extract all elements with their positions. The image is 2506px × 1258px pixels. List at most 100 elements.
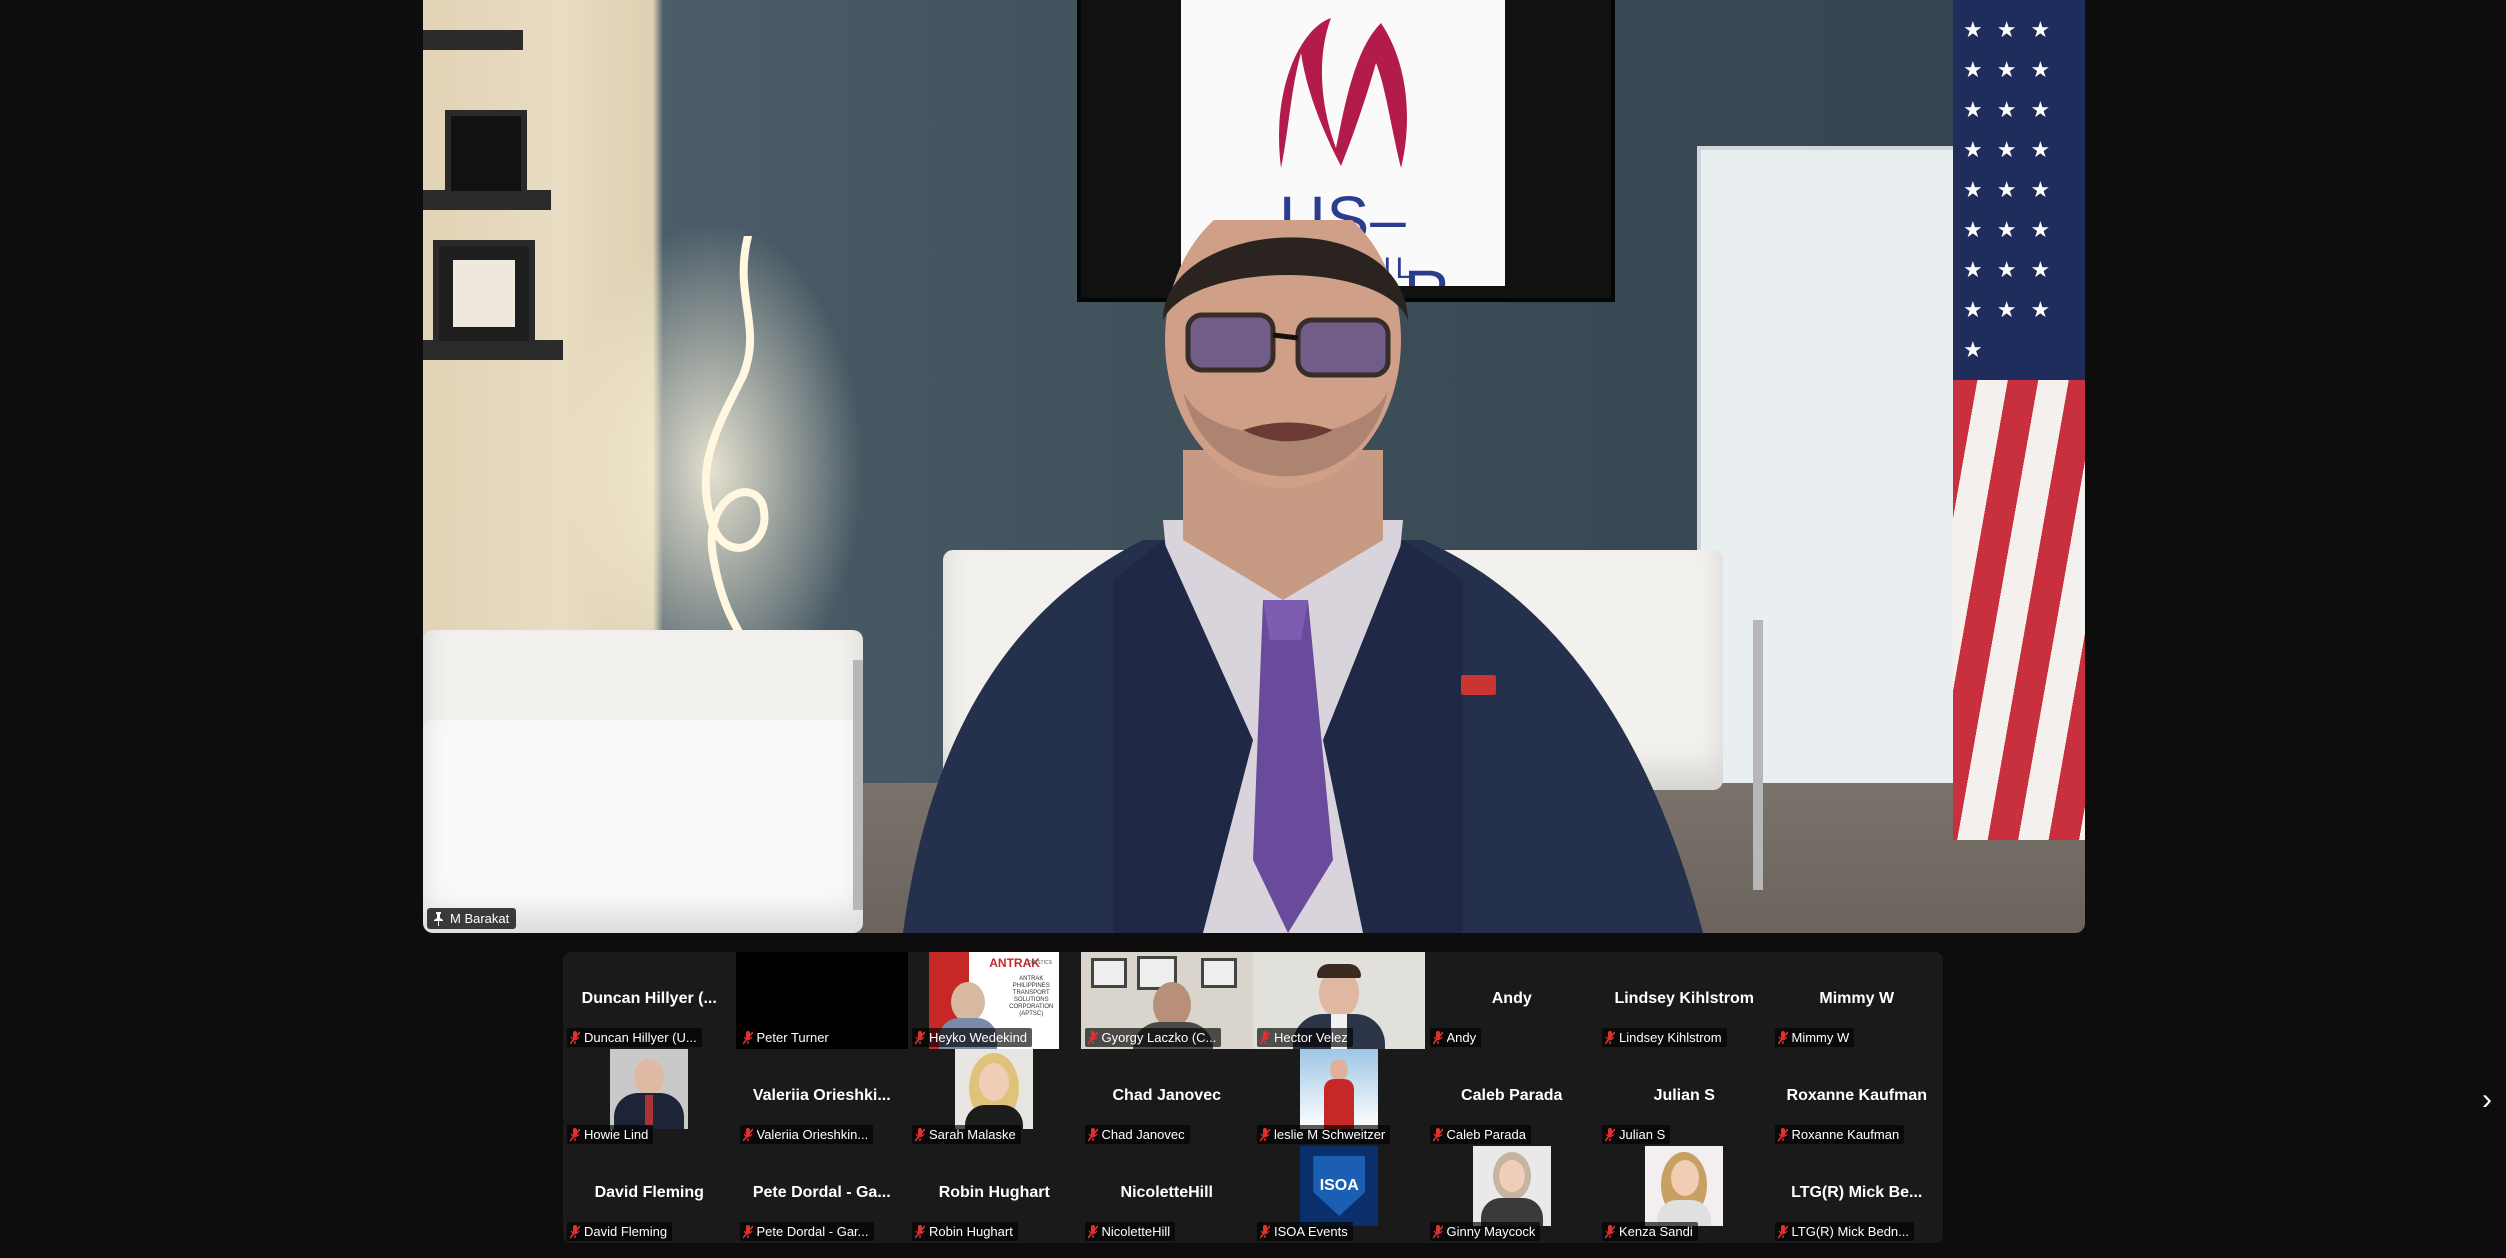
muted-mic-icon	[1260, 1224, 1270, 1239]
participant-tile[interactable]: leslie M Schweitzer	[1253, 1049, 1426, 1146]
muted-mic-icon	[1432, 1224, 1443, 1239]
muted-mic-icon	[742, 1030, 753, 1045]
participant-display-name: Lindsey Kihlstrom	[1614, 990, 1755, 1007]
participant-tile[interactable]: Ginny Maycock	[1425, 1146, 1598, 1243]
participant-tile[interactable]: Duncan Hillyer (... Duncan Hillyer (U...	[563, 952, 736, 1049]
participant-name: Julian S	[1619, 1127, 1666, 1142]
participant-tile[interactable]: ANTRAK LOGISTICS ANTRAK PHILIPPINES TRANSP…	[908, 952, 1081, 1049]
antrak-body: ANTRAK PHILIPPINES TRANSPORT SOLUTIONS C…	[1009, 976, 1054, 1017]
participant-name-label: leslie M Schweitzer	[1257, 1125, 1391, 1144]
participant-avatar	[955, 1049, 1034, 1129]
muted-mic-icon	[570, 1127, 580, 1142]
participant-tile[interactable]: Peter Turner	[735, 952, 908, 1049]
participant-name: Peter Turner	[756, 1030, 829, 1045]
participant-name-label: NicoletteHill	[1084, 1222, 1176, 1241]
participant-tile[interactable]: Mimmy W Mimmy W	[1770, 952, 1943, 1049]
sofa-leg	[1753, 620, 1763, 890]
participant-avatar: ISOA	[1300, 1146, 1379, 1226]
american-flag: ★★★★★★★★★★★★★★★★★★★★★★★★★	[1953, 0, 2085, 840]
muted-mic-icon	[915, 1224, 925, 1239]
participant-tile[interactable]: Sarah Malaske	[908, 1049, 1081, 1146]
participant-display-name: Julian S	[1653, 1087, 1715, 1104]
muted-mic-icon	[570, 1030, 580, 1045]
participant-name: Gyorgy Laczko (C...	[1101, 1030, 1217, 1045]
participant-tile[interactable]: Hector Velez	[1253, 952, 1426, 1049]
participant-tile[interactable]: Kenza Sandi	[1598, 1146, 1771, 1243]
participant-display-name: Mimmy W	[1819, 990, 1895, 1007]
participant-name: Hector Velez	[1274, 1030, 1348, 1045]
us-qatar-logo-icon	[1279, 18, 1407, 168]
white-sofa-left-arm	[423, 720, 863, 933]
picture-frame	[445, 110, 527, 197]
participant-name-label: Pete Dordal - Gar...	[739, 1222, 874, 1241]
participant-tile[interactable]: Howie Lind	[563, 1049, 736, 1146]
participant-name: Ginny Maycock	[1446, 1224, 1536, 1239]
participant-name-label: Chad Janovec	[1084, 1125, 1190, 1144]
participant-avatar	[610, 1049, 689, 1129]
participant-avatar	[1472, 1146, 1551, 1226]
participant-name: Heyko Wedekind	[929, 1030, 1028, 1045]
participant-tile[interactable]: ISOA ISOA Events	[1253, 1146, 1426, 1243]
muted-mic-icon	[742, 1224, 753, 1239]
participant-name: David Fleming	[584, 1224, 668, 1239]
participant-name: ISOA Events	[1274, 1224, 1348, 1239]
participant-display-name: LTG(R) Mick Be...	[1791, 1184, 1923, 1201]
participant-tile[interactable]: Valeriia Orieshki... Valeriia Orieshkin..…	[735, 1049, 908, 1146]
participant-name-label: Lindsey Kihlstrom	[1602, 1028, 1727, 1047]
participant-name-label: Hector Velez	[1257, 1028, 1353, 1047]
participant-name-label: Kenza Sandi	[1602, 1222, 1698, 1241]
participant-tile[interactable]: Robin Hughart Robin Hughart	[908, 1146, 1081, 1243]
participant-tile[interactable]: Chad Janovec Chad Janovec	[1080, 1049, 1253, 1146]
participant-name-label: David Fleming	[567, 1222, 673, 1241]
participant-name: Andy	[1446, 1030, 1477, 1045]
participant-tile[interactable]: Caleb Parada Caleb Parada	[1425, 1049, 1598, 1146]
participant-tile[interactable]: Andy Andy	[1425, 952, 1598, 1049]
participant-name: Caleb Parada	[1446, 1127, 1527, 1142]
participant-tile[interactable]: Gyorgy Laczko (C...	[1080, 952, 1253, 1049]
participant-tile[interactable]: LTG(R) Mick Be... LTG(R) Mick Bedn...	[1770, 1146, 1943, 1243]
participant-display-name: Caleb Parada	[1461, 1087, 1563, 1104]
participant-name: Duncan Hillyer (U...	[584, 1030, 697, 1045]
participant-name: Robin Hughart	[929, 1224, 1013, 1239]
participant-name: NicoletteHill	[1101, 1224, 1171, 1239]
participant-name-label: Peter Turner	[739, 1028, 834, 1047]
participant-display-name: Chad Janovec	[1112, 1087, 1221, 1104]
muted-mic-icon	[1605, 1224, 1615, 1239]
participant-name-label: Robin Hughart	[912, 1222, 1018, 1241]
next-page-button[interactable]: ›	[2474, 1080, 2500, 1120]
participant-tile[interactable]: David Fleming David Fleming	[563, 1146, 736, 1243]
participant-name: Sarah Malaske	[929, 1127, 1016, 1142]
participant-name-label: Ginny Maycock	[1429, 1222, 1541, 1241]
muted-mic-icon	[1777, 1224, 1788, 1239]
muted-mic-icon	[1087, 1224, 1098, 1239]
participant-name-label: ISOA Events	[1257, 1222, 1353, 1241]
participant-name: Chad Janovec	[1101, 1127, 1185, 1142]
participant-name: Howie Lind	[584, 1127, 649, 1142]
sofa-leg	[853, 660, 863, 910]
participant-name-label: Duncan Hillyer (U...	[567, 1028, 702, 1047]
isoa-logo-icon: ISOA	[1313, 1156, 1366, 1216]
participant-tile[interactable]: Pete Dordal - Ga... Pete Dordal - Gar...	[735, 1146, 908, 1243]
participant-tile[interactable]: Roxanne Kaufman Roxanne Kaufman	[1770, 1049, 1943, 1146]
participant-name: Valeriia Orieshkin...	[756, 1127, 869, 1142]
participant-tile[interactable]: NicoletteHill NicoletteHill	[1080, 1146, 1253, 1243]
muted-mic-icon	[742, 1127, 753, 1142]
muted-mic-icon	[915, 1127, 925, 1142]
participant-tile[interactable]: Lindsey Kihlstrom Lindsey Kihlstrom	[1598, 952, 1771, 1049]
participant-name-label: Mimmy W	[1774, 1028, 1855, 1047]
participant-name: leslie M Schweitzer	[1274, 1127, 1386, 1142]
muted-mic-icon	[1260, 1127, 1270, 1142]
muted-mic-icon	[1432, 1127, 1443, 1142]
muted-mic-icon	[1777, 1030, 1788, 1045]
participant-display-name: Roxanne Kaufman	[1786, 1087, 1927, 1104]
muted-mic-icon	[570, 1224, 580, 1239]
participant-tile[interactable]: Julian S Julian S	[1598, 1049, 1771, 1146]
participant-name-label: Caleb Parada	[1429, 1125, 1531, 1144]
muted-mic-icon	[1087, 1127, 1098, 1142]
active-speaker-video[interactable]: US–QATAR BU NCIL ★★★★★★★★★★★★★★★★★★★★★★★…	[423, 0, 2085, 933]
participant-display-name: David Fleming	[594, 1184, 704, 1201]
participant-name-label: Howie Lind	[567, 1125, 654, 1144]
participant-name-label: Heyko Wedekind	[912, 1028, 1033, 1047]
antrak-small: LOGISTICS	[1025, 960, 1052, 966]
picture-frame	[433, 240, 535, 347]
